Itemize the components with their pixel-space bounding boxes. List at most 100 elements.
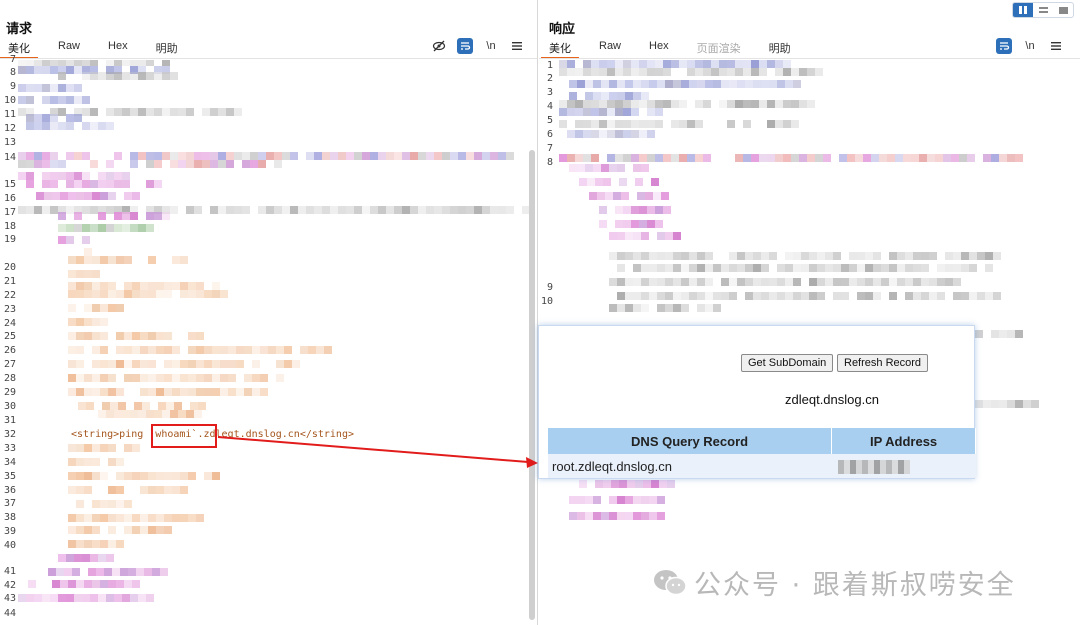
redaction-block [18,96,26,104]
split-horizontal-icon[interactable] [1033,3,1053,17]
redaction-block [641,496,649,504]
redaction-block [180,514,188,522]
request-tab-hex[interactable]: Hex [100,37,136,59]
request-scrollbar[interactable] [529,150,535,620]
redaction-block [697,292,705,300]
redaction-block [633,278,641,286]
get-subdomain-button[interactable]: Get SubDomain [741,354,834,372]
redaction-block [122,224,130,232]
request-tab-mingzhu[interactable]: 明助 [148,37,186,59]
request-tab-pretty[interactable]: 美化 [0,37,38,59]
redaction-block [130,108,138,116]
redaction-block [212,346,220,354]
wrap-lines-icon[interactable] [457,38,473,54]
line-number: 12 [3,123,16,134]
redaction-block [138,224,146,232]
redaction-block [92,526,100,534]
response-tab-raw[interactable]: Raw [591,37,629,59]
response-tab-render[interactable]: 页面渲染 [689,37,749,59]
wrap-lines-icon[interactable] [996,38,1012,54]
split-vertical-icon[interactable] [1013,3,1033,17]
line-number: 27 [3,359,16,370]
redaction-block [346,152,354,160]
hamburger-menu-icon[interactable] [509,38,525,54]
redaction-block [124,526,132,534]
redaction-block [84,192,92,200]
redaction-block [154,152,162,160]
redaction-block [74,224,82,232]
redaction-block [76,270,84,278]
redaction-block [793,292,801,300]
redaction-block [418,206,426,214]
single-pane-icon[interactable] [1053,3,1073,17]
redaction-block [719,100,727,108]
redaction-block [857,292,865,300]
redaction-block [905,278,913,286]
redaction-block [34,114,42,122]
redaction-block [132,472,140,480]
newline-toggle[interactable]: \n [483,38,499,54]
redaction-block [607,108,615,116]
redaction-block [282,206,290,214]
redaction-block [761,278,769,286]
redaction-block [234,206,242,214]
response-tab-mingzhu[interactable]: 明助 [761,37,799,59]
newline-toggle[interactable]: \n [1022,38,1038,54]
redaction-block [84,486,92,494]
redaction-block [617,252,625,260]
redaction-block [577,496,585,504]
redaction-block [945,278,953,286]
redaction-block [825,264,833,272]
response-tab-pretty[interactable]: 美化 [541,37,579,59]
redaction-block [76,360,84,368]
redaction-block [665,232,673,240]
line-number: 10 [540,296,553,307]
subdomain-value: zdleqt.dnslog.cn [785,392,879,407]
redaction-block [490,152,498,160]
redaction-block [108,514,116,522]
redaction-block [663,68,671,76]
redaction-block [985,264,993,272]
redaction-block [76,458,84,466]
hamburger-menu-icon[interactable] [1048,38,1064,54]
request-tab-raw[interactable]: Raw [50,37,88,59]
redaction-block [615,60,623,68]
redaction-block [92,318,100,326]
redaction-block [583,120,591,128]
redaction-block [154,410,162,418]
redaction-block [90,554,98,562]
response-tab-hex[interactable]: Hex [641,37,677,59]
redaction-block [124,360,132,368]
redaction-block [236,346,244,354]
redaction-block [863,154,871,162]
redaction-block [615,68,623,76]
redaction-block [18,160,26,168]
redaction-block [220,290,228,298]
redaction-block [799,154,807,162]
redaction-block [999,400,1007,408]
redaction-block [559,108,567,116]
redaction-block [663,100,671,108]
redaction-block [116,458,124,466]
redaction-block [268,346,276,354]
redaction-block [639,100,647,108]
redaction-block [26,206,34,214]
redaction-block [50,114,58,122]
refresh-record-button[interactable]: Refresh Record [837,354,929,372]
redaction-block [967,154,975,162]
redaction-block [60,192,68,200]
eye-slash-icon[interactable] [431,38,447,54]
line-number: 38 [3,512,16,523]
redaction-block [84,318,92,326]
redaction-block [881,278,889,286]
redaction-block [116,514,124,522]
redaction-block [641,264,649,272]
redaction-block [50,66,58,74]
redaction-block [156,290,164,298]
redaction-block [575,130,583,138]
request-scroll-thumb[interactable] [529,150,535,620]
redaction-block [42,594,50,602]
redaction-block [96,568,104,576]
redaction-block [122,72,130,80]
redaction-block [559,120,567,128]
